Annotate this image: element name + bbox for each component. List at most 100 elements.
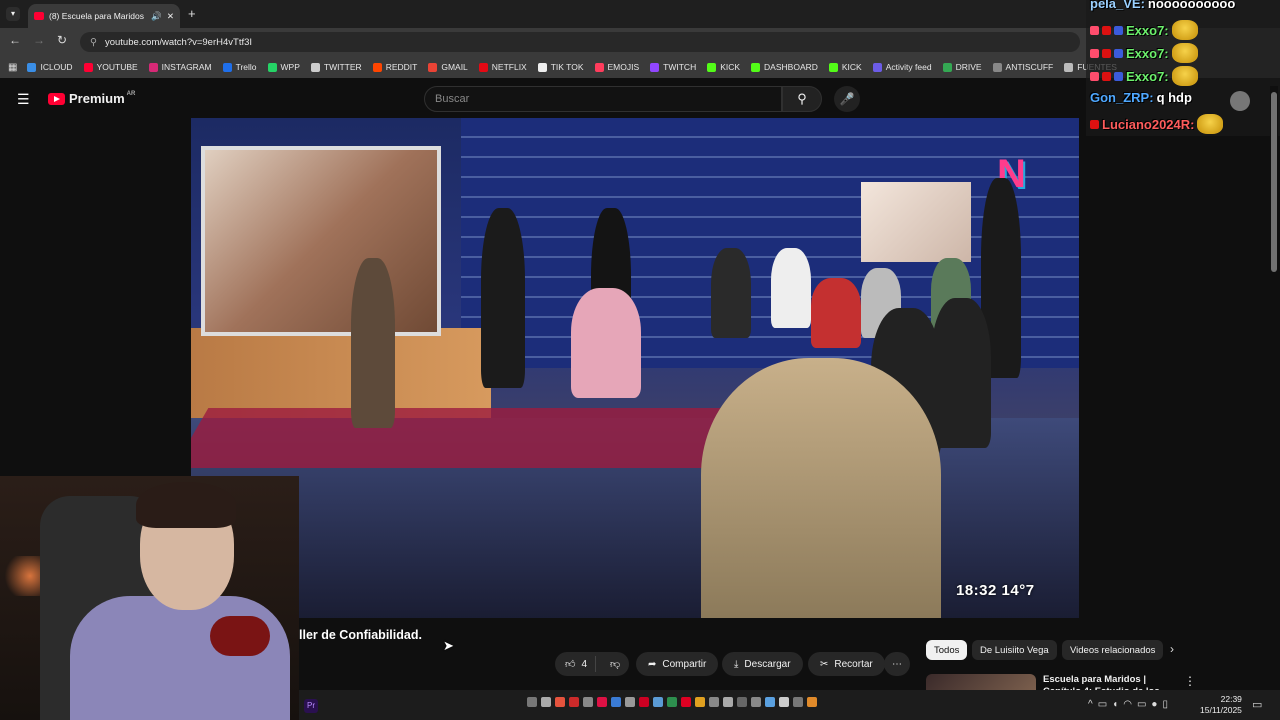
video-frame-carpet: [191, 408, 769, 468]
taskbar-app-icon[interactable]: [527, 697, 537, 707]
chip-related[interactable]: Videos relacionados: [1062, 640, 1164, 660]
bookmark-trello[interactable]: Trello: [222, 62, 257, 72]
taskbar-app-icon[interactable]: [555, 697, 565, 707]
dislike-button[interactable]: 👎︎: [602, 658, 630, 670]
youtube-premium-logo[interactable]: Premium AR: [48, 91, 135, 106]
bookmark-gmail[interactable]: GMAIL: [428, 62, 468, 72]
bookmark-icloud[interactable]: ICLOUD: [27, 62, 73, 72]
premiere-pro-icon[interactable]: Pr: [304, 699, 318, 713]
bookmark-favicon-icon: [594, 62, 604, 72]
taskbar-app-icon[interactable]: [779, 697, 789, 707]
battery-icon[interactable]: ▯: [1162, 699, 1173, 710]
back-icon[interactable]: ←: [9, 33, 21, 47]
more-actions-button[interactable]: ⋯: [884, 652, 910, 676]
bookmark-favicon-icon: [751, 62, 761, 72]
chevron-right-icon[interactable]: ›: [1170, 642, 1174, 656]
video-player[interactable]: N: [191, 118, 1079, 618]
taskbar-app-icon[interactable]: [737, 697, 747, 707]
taskbar-app-icon[interactable]: [653, 697, 663, 707]
close-tab-icon[interactable]: ✕: [167, 11, 174, 22]
display-icon[interactable]: ▭: [1137, 699, 1151, 710]
video-timestamp-overlay: 18:32 14°7: [956, 582, 1035, 599]
minion-emote-icon: [1171, 43, 1198, 63]
scrollbar-thumb[interactable]: [1271, 92, 1277, 272]
webcam-streamer-body: [70, 596, 290, 720]
taskbar-app-icon[interactable]: [541, 697, 551, 707]
video-frame-person: [771, 248, 811, 328]
taskbar-app-icon[interactable]: [793, 697, 803, 707]
chevron-up-icon[interactable]: ^: [1088, 699, 1098, 710]
clip-button[interactable]: ✂ Recortar: [808, 652, 885, 676]
chat-message: Gon_ZRP: q hdp: [1090, 90, 1192, 105]
recommended-more-icon[interactable]: ⋮: [1184, 674, 1196, 688]
bookmark-emojis[interactable]: EMOJIS: [594, 62, 639, 72]
account-avatar[interactable]: [1230, 91, 1250, 111]
bookmark-youtube[interactable]: YOUTUBE: [83, 62, 138, 72]
taskbar-clock[interactable]: 22:39 15/11/2025: [1200, 694, 1242, 716]
chip-channel[interactable]: De Luisiito Vega: [972, 640, 1057, 660]
taskbar-app-icon[interactable]: [611, 697, 621, 707]
tab-title: (8) Escuela para Maridos | C: [49, 11, 147, 21]
speaker-icon[interactable]: ◖: [1112, 699, 1123, 710]
taskbar-app-icon[interactable]: [681, 697, 691, 707]
apps-grid-icon[interactable]: ▦: [8, 62, 17, 73]
taskbar-app-icon[interactable]: [807, 697, 817, 707]
bookmark-reddit[interactable]: REDDIT: [372, 62, 417, 72]
bookmark-kick[interactable]: KICK: [707, 62, 740, 72]
download-button[interactable]: ⤓ Descargar: [722, 652, 803, 676]
taskbar-app-icon[interactable]: [597, 697, 607, 707]
bookmark-label: TWITCH: [663, 62, 697, 72]
notification-icon[interactable]: ▭: [1252, 698, 1262, 711]
menu-icon[interactable]: ☰: [17, 91, 30, 108]
new-tab-button[interactable]: +: [188, 6, 196, 21]
bookmark-favicon-icon: [267, 62, 277, 72]
tab-search-icon[interactable]: ▾: [6, 7, 20, 21]
wifi-icon[interactable]: ◠: [1123, 699, 1137, 710]
forward-icon[interactable]: →: [33, 33, 45, 47]
logo-text: Premium: [69, 91, 125, 106]
like-button[interactable]: 👍︎ 4: [555, 656, 597, 672]
clock-time: 22:39: [1220, 694, 1242, 704]
bookmark-drive[interactable]: DRIVE: [942, 62, 982, 72]
thumbs-down-icon: 👎︎: [610, 659, 621, 670]
bookmark-antiscuff[interactable]: ANTISCUFF: [992, 62, 1053, 72]
bookmark-dashboard[interactable]: DASHBOARD: [751, 62, 818, 72]
taskbar-app-icon[interactable]: [709, 697, 719, 707]
streamer-webcam: [0, 476, 299, 720]
chip-all[interactable]: Todos: [926, 640, 968, 660]
taskbar-app-icon[interactable]: [751, 697, 761, 707]
taskbar-app-icon[interactable]: [695, 697, 705, 707]
network-icon[interactable]: ▭: [1098, 699, 1112, 710]
bookmark-twitter[interactable]: TWITTER: [310, 62, 362, 72]
search-input[interactable]: Buscar: [424, 86, 782, 112]
bookmark-netflix[interactable]: NETFLIX: [478, 62, 527, 72]
bookmark-activity-feed[interactable]: Activity feed: [872, 62, 932, 72]
taskbar-app-icon[interactable]: [625, 697, 635, 707]
moderator-badge-icon: [1090, 119, 1099, 129]
reload-icon[interactable]: ↻: [57, 33, 67, 47]
taskbar-app-icon[interactable]: [639, 697, 649, 707]
voice-search-button[interactable]: 🎤: [834, 86, 860, 112]
search-button[interactable]: ⚲: [782, 86, 822, 112]
speaker-icon[interactable]: 🔊: [151, 11, 162, 22]
address-bar[interactable]: ⚲ youtube.com/watch?v=9erH4vTtf3I: [80, 32, 1080, 52]
url-text: youtube.com/watch?v=9erH4vTtf3I: [104, 36, 253, 48]
scissors-icon: ✂: [820, 658, 829, 670]
taskbar-app-icon[interactable]: [667, 697, 677, 707]
share-button[interactable]: ➦ Compartir: [636, 652, 719, 676]
bookmark-twitch[interactable]: TWITCH: [650, 62, 696, 72]
bookmark-favicon-icon: [310, 62, 320, 72]
video-frame-person: [711, 248, 751, 338]
taskbar-app-icon[interactable]: [765, 697, 775, 707]
bookmark-tik-tok[interactable]: TIK TOK: [537, 62, 584, 72]
browser-tab[interactable]: (8) Escuela para Maridos | C 🔊 ✕: [28, 4, 180, 28]
taskbar-app-icon[interactable]: [583, 697, 593, 707]
mic-tray-icon[interactable]: ●: [1151, 699, 1162, 710]
site-info-icon[interactable]: ⚲: [90, 37, 97, 48]
taskbar-app-icon[interactable]: [569, 697, 579, 707]
bookmark-kick[interactable]: KICK: [828, 62, 862, 72]
bookmark-instagram[interactable]: INSTAGRAM: [148, 62, 212, 72]
taskbar-app-icon[interactable]: [723, 697, 733, 707]
heart-badge-icon: [1090, 71, 1099, 81]
bookmark-wpp[interactable]: WPP: [267, 62, 300, 72]
